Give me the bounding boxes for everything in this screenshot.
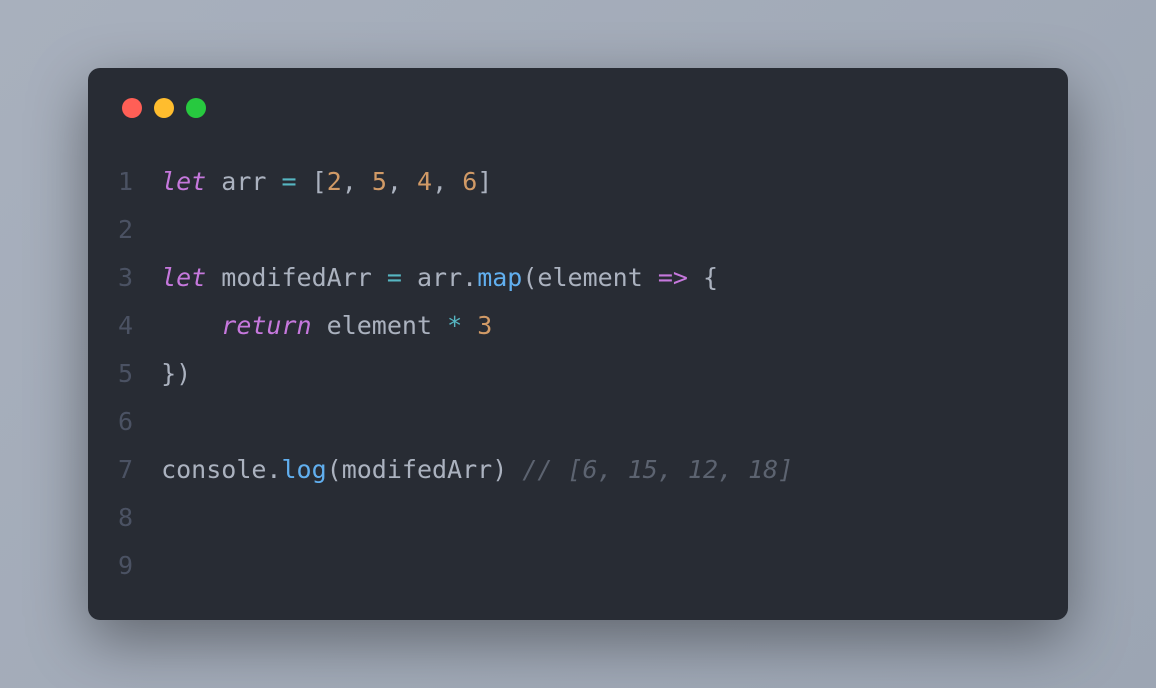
close-icon[interactable] bbox=[122, 98, 142, 118]
number: 5 bbox=[372, 167, 387, 196]
line-number: 9 bbox=[118, 542, 133, 590]
code-line-2 bbox=[161, 206, 793, 254]
code-line-1: let arr = [2, 5, 4, 6] bbox=[161, 158, 793, 206]
code-line-3: let modifedArr = arr.map(element => { bbox=[161, 254, 793, 302]
bracket: [ bbox=[312, 167, 327, 196]
bracket: } bbox=[161, 359, 176, 388]
bracket: { bbox=[703, 263, 718, 292]
line-number: 4 bbox=[118, 302, 133, 350]
minimize-icon[interactable] bbox=[154, 98, 174, 118]
code-area: 1 2 3 4 5 6 7 8 9 let arr = [2, 5, 4, 6]… bbox=[118, 158, 1030, 590]
code-line-8 bbox=[161, 494, 793, 542]
identifier: element bbox=[327, 311, 432, 340]
operator: = bbox=[387, 263, 402, 292]
code-line-4: return element * 3 bbox=[161, 302, 793, 350]
number: 6 bbox=[462, 167, 477, 196]
keyword-let: let bbox=[161, 167, 206, 196]
method-map: map bbox=[477, 263, 522, 292]
arrow-operator: => bbox=[658, 263, 688, 292]
keyword-let: let bbox=[161, 263, 206, 292]
code-line-9 bbox=[161, 542, 793, 590]
identifier: arr bbox=[221, 167, 266, 196]
code-line-5: }) bbox=[161, 350, 793, 398]
keyword-return: return bbox=[221, 311, 311, 340]
line-number: 6 bbox=[118, 398, 133, 446]
number: 4 bbox=[417, 167, 432, 196]
operator: = bbox=[282, 167, 297, 196]
line-number: 2 bbox=[118, 206, 133, 254]
identifier: modifedArr bbox=[342, 455, 493, 484]
identifier: arr bbox=[417, 263, 462, 292]
number: 3 bbox=[477, 311, 492, 340]
identifier: modifedArr bbox=[221, 263, 372, 292]
console-object: console bbox=[161, 455, 266, 484]
code-line-6 bbox=[161, 398, 793, 446]
line-numbers: 1 2 3 4 5 6 7 8 9 bbox=[118, 158, 133, 590]
comment: // [6, 15, 12, 18] bbox=[522, 455, 793, 484]
code-content: let arr = [2, 5, 4, 6] let modifedArr = … bbox=[161, 158, 793, 590]
window-controls bbox=[118, 98, 1030, 118]
parameter: element bbox=[537, 263, 642, 292]
bracket: ] bbox=[477, 167, 492, 196]
maximize-icon[interactable] bbox=[186, 98, 206, 118]
code-window: 1 2 3 4 5 6 7 8 9 let arr = [2, 5, 4, 6]… bbox=[88, 68, 1068, 620]
line-number: 8 bbox=[118, 494, 133, 542]
line-number: 5 bbox=[118, 350, 133, 398]
code-line-7: console.log(modifedArr) // [6, 15, 12, 1… bbox=[161, 446, 793, 494]
line-number: 7 bbox=[118, 446, 133, 494]
line-number: 3 bbox=[118, 254, 133, 302]
line-number: 1 bbox=[118, 158, 133, 206]
number: 2 bbox=[327, 167, 342, 196]
operator: * bbox=[447, 311, 462, 340]
method-log: log bbox=[281, 455, 326, 484]
